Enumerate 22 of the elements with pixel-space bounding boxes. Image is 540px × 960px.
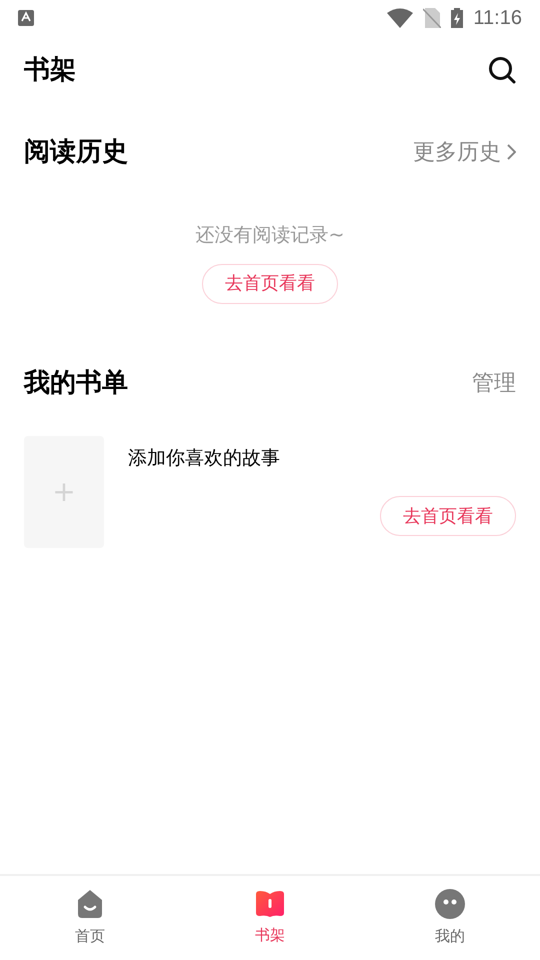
search-icon[interactable] xyxy=(488,56,516,84)
face-icon xyxy=(435,888,465,919)
add-story-text: 添加你喜欢的故事 xyxy=(128,446,281,470)
manage-button[interactable]: 管理 xyxy=(472,367,516,400)
nav-tab[interactable]: 我的 xyxy=(360,876,540,960)
more-history-link[interactable]: 更多历史 xyxy=(413,136,516,168)
wifi-icon xyxy=(387,8,414,28)
status-time: 11:16 xyxy=(473,6,522,31)
keyboard-app-icon xyxy=(18,10,34,26)
section-title: 阅读历史 xyxy=(24,136,128,168)
home-icon xyxy=(75,888,105,919)
no-sim-icon xyxy=(423,8,442,28)
empty-message: 还没有阅读记录~ xyxy=(196,223,344,248)
go-home-button[interactable]: 去首页看看 xyxy=(202,264,338,304)
battery-icon xyxy=(451,8,464,28)
go-home-button[interactable]: 去首页看看 xyxy=(380,496,516,536)
chevron-right-icon xyxy=(507,144,516,160)
section-title: 我的书单 xyxy=(24,367,128,400)
book-icon xyxy=(255,890,285,918)
nav-tab[interactable]: 首页 xyxy=(0,876,180,960)
page-title: 书架 xyxy=(24,54,76,86)
nav-tab[interactable]: 书架 xyxy=(180,876,360,960)
